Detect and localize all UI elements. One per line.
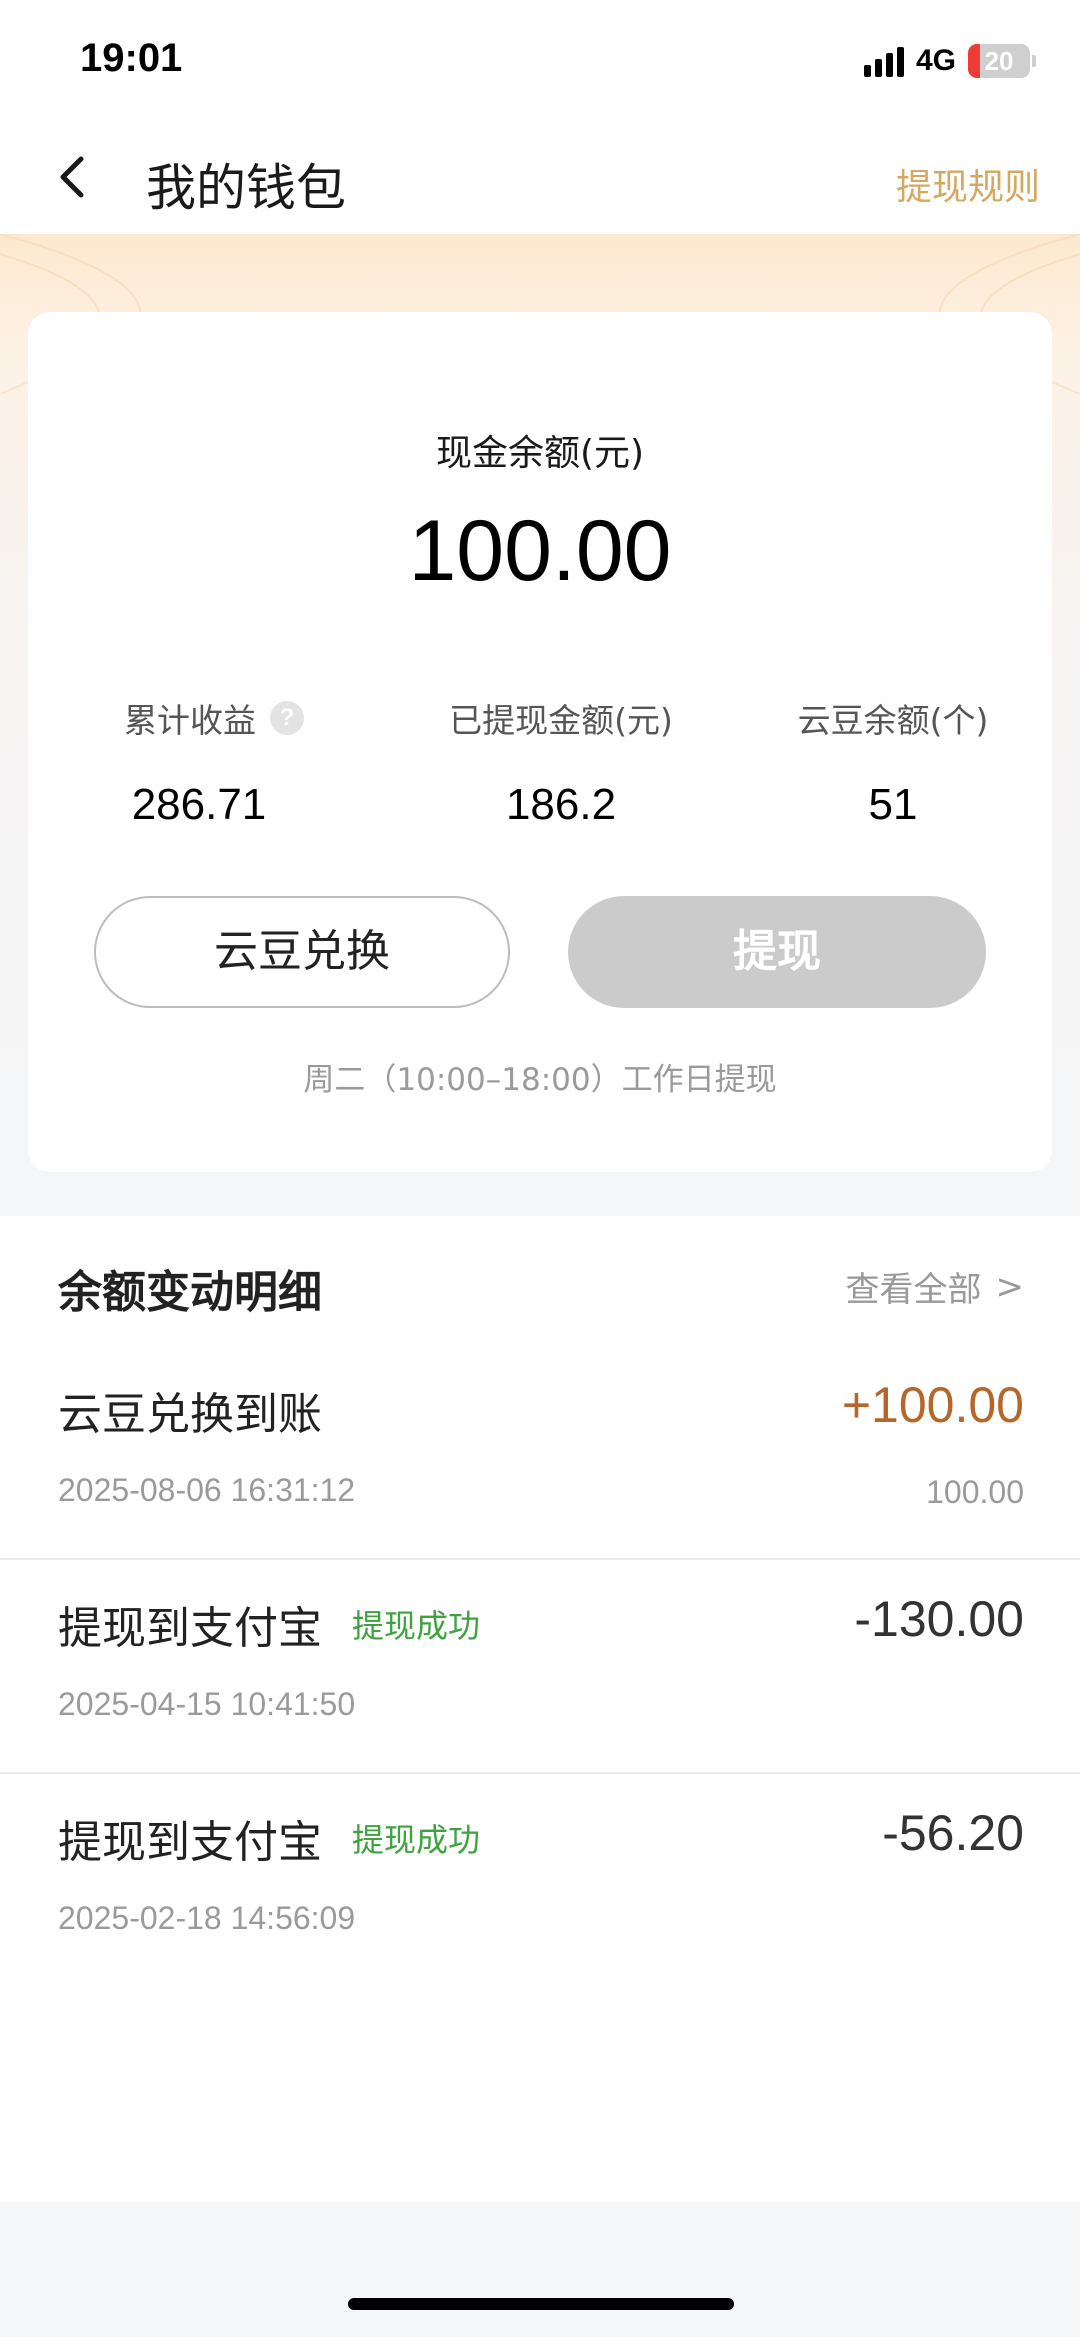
transaction-row[interactable]: 提现到支付宝 提现成功 2025-02-18 14:56:09 -56.20	[0, 1774, 1080, 1988]
bean-exchange-button[interactable]: 云豆兑换	[94, 896, 510, 1008]
battery-tip	[1032, 55, 1036, 67]
stat-value: 186.2	[505, 780, 617, 829]
page-title: 我的钱包	[146, 159, 346, 217]
transaction-status: 提现成功	[352, 1821, 481, 1859]
transaction-title: 提现到支付宝	[58, 1603, 322, 1654]
balance-details-section: 余额变动明细 查看全部 > 云豆兑换到账 2025-08-06 16:31:12…	[0, 1216, 1080, 2202]
withdraw-schedule-hint: 周二（10:00–18:00）工作日提现	[303, 1062, 777, 1098]
help-icon[interactable]: ?	[270, 701, 304, 735]
transaction-time: 2025-08-06 16:31:12	[58, 1472, 356, 1508]
stat-value: 51	[868, 780, 918, 829]
wallet-screen: 19:01 4G 20 我的钱包 提现规则 现金余额(元) 100.00 累计收…	[0, 0, 1080, 2337]
view-all-link[interactable]: 查看全部 >	[846, 1262, 1025, 1311]
network-type: 4G	[915, 44, 956, 77]
stat-label: 已提现金额(元)	[449, 701, 673, 740]
withdraw-rules-link[interactable]: 提现规则	[896, 158, 1040, 210]
stat-bean-balance: 云豆余额(个) 51	[768, 694, 1018, 830]
transaction-title: 提现到支付宝	[58, 1817, 322, 1868]
transaction-title: 云豆兑换到账	[58, 1389, 322, 1440]
transaction-balance: 100.00	[926, 1474, 1024, 1510]
transaction-row[interactable]: 提现到支付宝 提现成功 2025-04-15 10:41:50 -130.00	[0, 1560, 1080, 1774]
stat-withdrawn-amount: 已提现金额(元) 186.2	[416, 694, 706, 830]
stat-total-earnings: 累计收益 ? 286.71	[84, 694, 344, 830]
status-indicators: 4G 20	[863, 44, 1036, 78]
transaction-list: 云豆兑换到账 2025-08-06 16:31:12 +100.00 100.0…	[0, 1346, 1080, 1988]
details-title: 余额变动明细	[58, 1267, 322, 1318]
stat-value: 286.71	[131, 780, 267, 829]
transaction-amount: -56.20	[882, 1805, 1024, 1861]
stat-label: 累计收益	[124, 701, 256, 740]
transaction-time: 2025-04-15 10:41:50	[58, 1686, 356, 1722]
transaction-time: 2025-02-18 14:56:09	[58, 1900, 356, 1936]
back-button[interactable]	[40, 144, 106, 210]
balance-card: 现金余额(元) 100.00 累计收益 ? 286.71 已提现金额(元) 18…	[28, 312, 1052, 1172]
stats-row: 累计收益 ? 286.71 已提现金额(元) 186.2 云豆余额(个) 51	[28, 694, 1052, 854]
transaction-amount: +100.00	[841, 1377, 1024, 1433]
transaction-amount: -130.00	[854, 1591, 1024, 1647]
cash-balance-label: 现金余额(元)	[435, 433, 645, 474]
details-header: 余额变动明细 查看全部 >	[0, 1216, 1080, 1346]
battery-icon: 20	[968, 44, 1030, 78]
transaction-status: 提现成功	[352, 1607, 481, 1645]
view-all-label: 查看全部	[845, 1270, 982, 1310]
chevron-right-icon: >	[995, 1266, 1025, 1307]
signal-bars-icon	[863, 45, 904, 77]
status-time: 19:01	[80, 36, 183, 80]
withdraw-button[interactable]: 提现	[568, 896, 986, 1008]
stat-label: 云豆余额(个)	[797, 701, 989, 740]
battery-level: 20	[984, 46, 1014, 76]
home-indicator[interactable]	[348, 2298, 734, 2310]
cash-balance-amount: 100.00	[408, 503, 672, 599]
status-bar: 19:01 4G 20	[0, 0, 1080, 120]
nav-bar: 我的钱包 提现规则	[0, 120, 1080, 234]
back-arrow-icon	[60, 156, 84, 198]
transaction-row[interactable]: 云豆兑换到账 2025-08-06 16:31:12 +100.00 100.0…	[0, 1346, 1080, 1560]
